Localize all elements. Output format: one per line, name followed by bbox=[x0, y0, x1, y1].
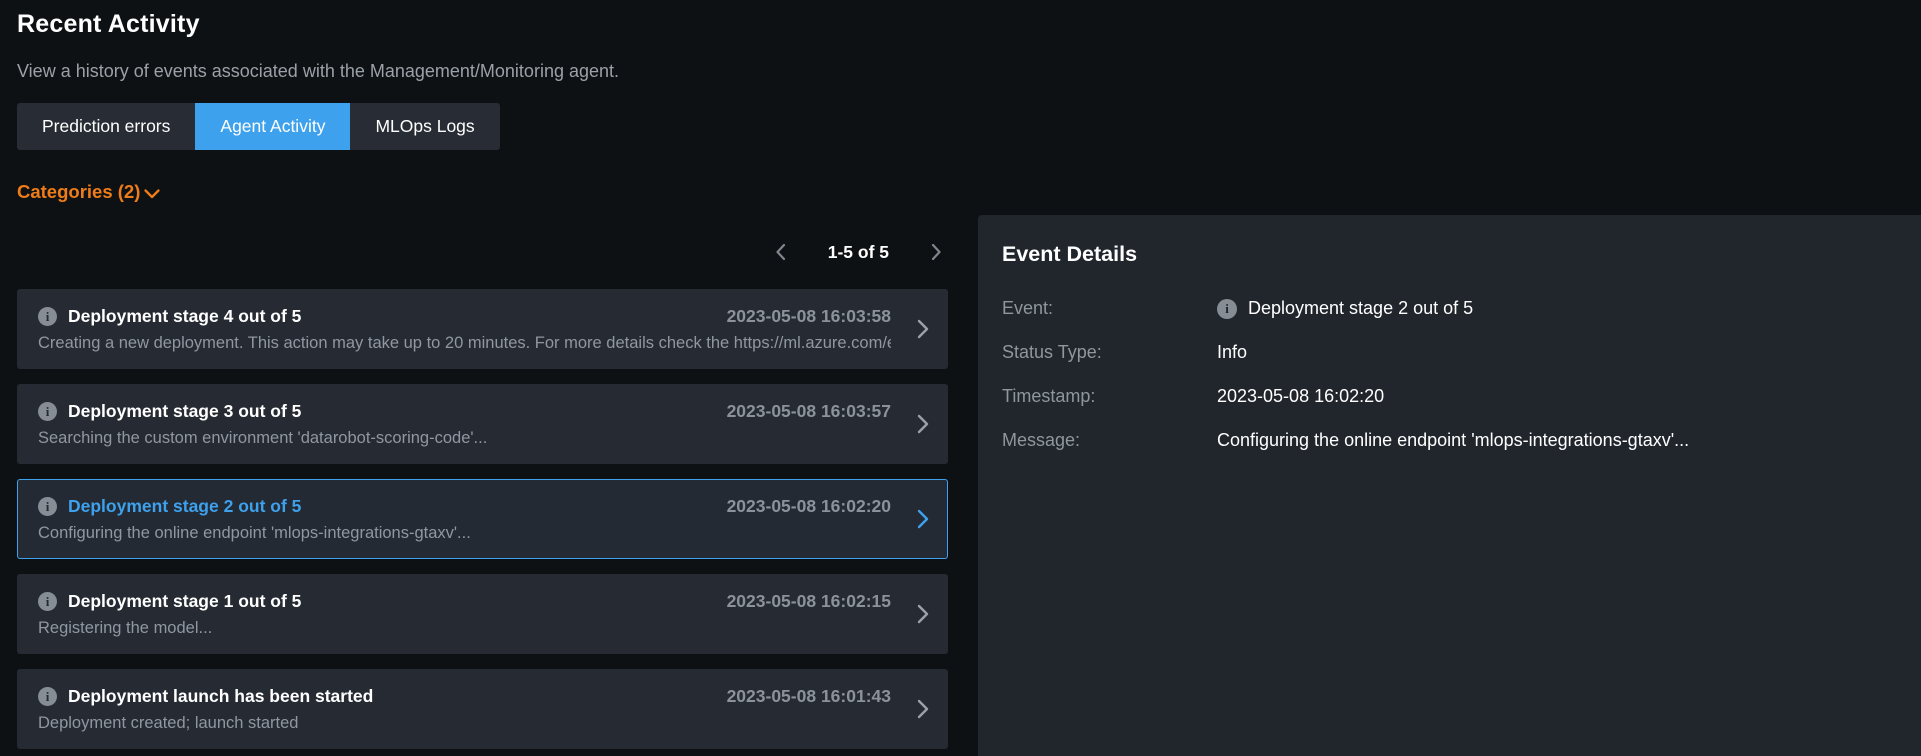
events-list-column: 1-5 of 5 i Deployment stage 4 out of 5 2… bbox=[17, 215, 948, 756]
pagination-next-button[interactable] bbox=[931, 243, 942, 261]
categories-label: Categories (2) bbox=[17, 181, 140, 203]
info-icon: i bbox=[38, 687, 57, 706]
event-message: Creating a new deployment. This action m… bbox=[38, 334, 891, 353]
pagination-range-label: 1-5 of 5 bbox=[828, 242, 889, 263]
pagination: 1-5 of 5 bbox=[17, 215, 948, 289]
event-timestamp: 2023-05-08 16:03:57 bbox=[711, 401, 891, 422]
event-card[interactable]: i Deployment launch has been started 202… bbox=[17, 669, 948, 749]
detail-value-timestamp: 2023-05-08 16:02:20 bbox=[1217, 386, 1897, 407]
tab-agent-activity[interactable]: Agent Activity bbox=[195, 103, 350, 150]
detail-label-status-type: Status Type: bbox=[1002, 342, 1217, 363]
chevron-right-icon bbox=[917, 604, 929, 624]
categories-filter[interactable]: Categories (2) bbox=[17, 181, 161, 203]
event-message: Searching the custom environment 'dataro… bbox=[38, 429, 891, 448]
activity-tabs: Prediction errors Agent Activity MLOps L… bbox=[17, 103, 500, 150]
event-message: Configuring the online endpoint 'mlops-i… bbox=[38, 524, 891, 543]
event-timestamp: 2023-05-08 16:02:15 bbox=[711, 591, 891, 612]
event-title: Deployment launch has been started bbox=[68, 686, 373, 707]
event-card-selected[interactable]: i Deployment stage 2 out of 5 2023-05-08… bbox=[17, 479, 948, 559]
recent-activity-page: Recent Activity View a history of events… bbox=[0, 0, 1921, 756]
main-content: 1-5 of 5 i Deployment stage 4 out of 5 2… bbox=[17, 215, 1921, 756]
info-icon: i bbox=[38, 592, 57, 611]
event-details-grid: Event: i Deployment stage 2 out of 5 Sta… bbox=[1002, 298, 1897, 451]
page-title: Recent Activity bbox=[17, 10, 1921, 39]
event-card-content: i Deployment stage 1 out of 5 2023-05-08… bbox=[38, 591, 891, 638]
detail-value-status-type: Info bbox=[1217, 342, 1897, 363]
event-title: Deployment stage 1 out of 5 bbox=[68, 591, 301, 612]
event-card-content: i Deployment stage 4 out of 5 2023-05-08… bbox=[38, 306, 891, 353]
detail-value-timestamp-text: 2023-05-08 16:02:20 bbox=[1217, 386, 1384, 407]
info-icon: i bbox=[1217, 299, 1237, 319]
page-subtitle: View a history of events associated with… bbox=[17, 61, 1921, 82]
tab-mlops-logs[interactable]: MLOps Logs bbox=[350, 103, 499, 150]
detail-label-message: Message: bbox=[1002, 430, 1217, 451]
pagination-prev-button[interactable] bbox=[775, 243, 786, 261]
event-card[interactable]: i Deployment stage 4 out of 5 2023-05-08… bbox=[17, 289, 948, 369]
event-message: Deployment created; launch started bbox=[38, 714, 891, 733]
detail-value-status-type-text: Info bbox=[1217, 342, 1247, 363]
event-card-content: i Deployment stage 3 out of 5 2023-05-08… bbox=[38, 401, 891, 448]
event-title: Deployment stage 3 out of 5 bbox=[68, 401, 301, 422]
event-list: i Deployment stage 4 out of 5 2023-05-08… bbox=[17, 289, 948, 749]
event-card-content: i Deployment launch has been started 202… bbox=[38, 686, 891, 733]
event-details-title: Event Details bbox=[1002, 242, 1897, 267]
tab-prediction-errors[interactable]: Prediction errors bbox=[17, 103, 195, 150]
chevron-right-icon bbox=[917, 699, 929, 719]
event-message: Registering the model... bbox=[38, 619, 891, 638]
chevron-right-icon bbox=[917, 319, 929, 339]
event-card[interactable]: i Deployment stage 3 out of 5 2023-05-08… bbox=[17, 384, 948, 464]
detail-value-event: i Deployment stage 2 out of 5 bbox=[1217, 298, 1897, 319]
info-icon: i bbox=[38, 497, 57, 516]
detail-label-timestamp: Timestamp: bbox=[1002, 386, 1217, 407]
detail-value-message-text: Configuring the online endpoint 'mlops-i… bbox=[1217, 430, 1689, 451]
detail-value-message: Configuring the online endpoint 'mlops-i… bbox=[1217, 430, 1897, 451]
detail-label-event: Event: bbox=[1002, 298, 1217, 319]
event-details-panel: Event Details Event: i Deployment stage … bbox=[978, 215, 1921, 756]
event-card[interactable]: i Deployment stage 1 out of 5 2023-05-08… bbox=[17, 574, 948, 654]
event-title: Deployment stage 2 out of 5 bbox=[68, 496, 301, 517]
info-icon: i bbox=[38, 402, 57, 421]
event-timestamp: 2023-05-08 16:02:20 bbox=[711, 496, 891, 517]
info-icon: i bbox=[38, 307, 57, 326]
event-card-content: i Deployment stage 2 out of 5 2023-05-08… bbox=[38, 496, 891, 543]
detail-value-event-text: Deployment stage 2 out of 5 bbox=[1248, 298, 1473, 319]
chevron-right-icon bbox=[917, 509, 929, 529]
chevron-down-icon bbox=[143, 185, 161, 200]
event-timestamp: 2023-05-08 16:03:58 bbox=[711, 306, 891, 327]
event-timestamp: 2023-05-08 16:01:43 bbox=[711, 686, 891, 707]
chevron-right-icon bbox=[917, 414, 929, 434]
event-title: Deployment stage 4 out of 5 bbox=[68, 306, 301, 327]
